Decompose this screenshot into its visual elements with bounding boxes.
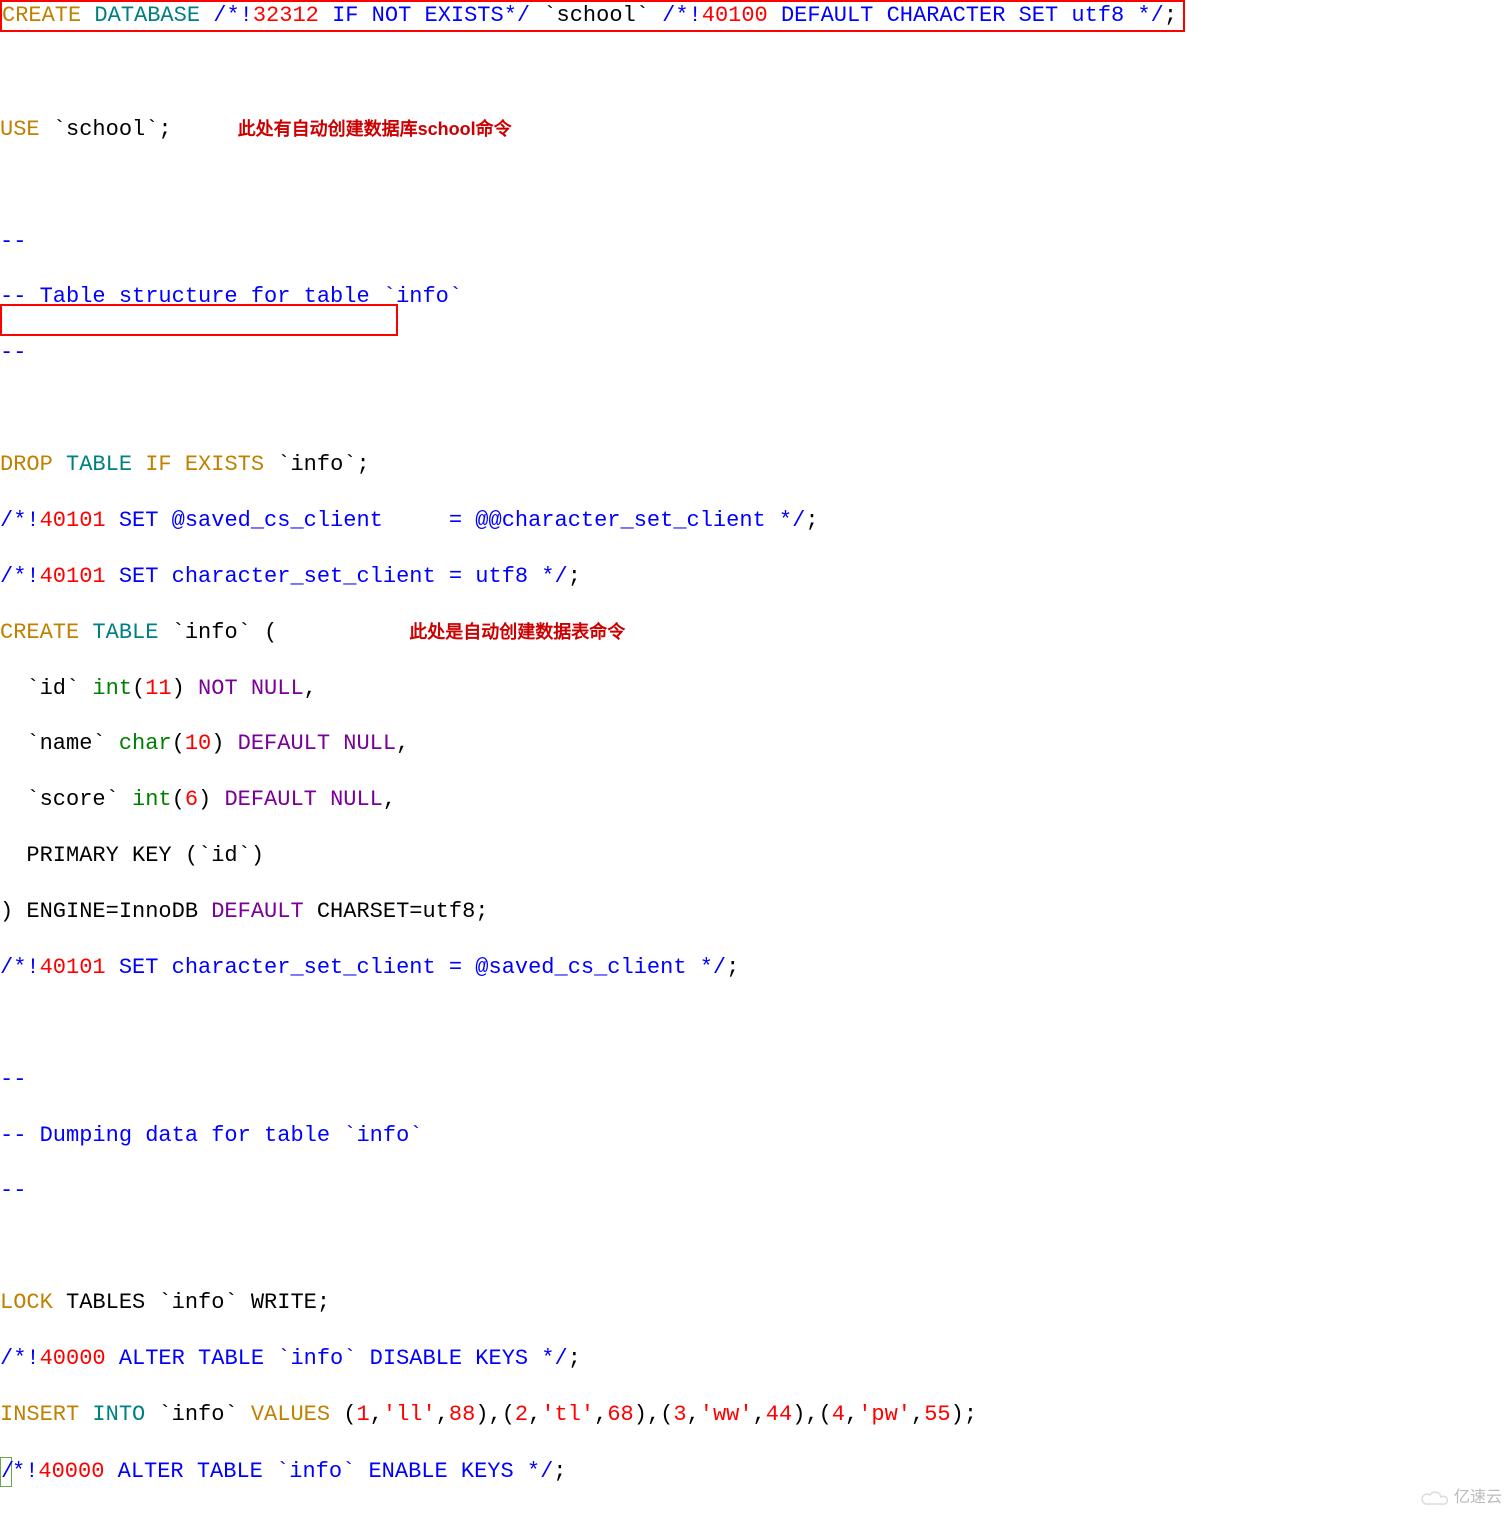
kw-insert: INSERT [0, 1402, 79, 1427]
type-char: char [119, 731, 172, 756]
comment-line: -- [0, 1177, 1512, 1205]
watermark-text: 亿速云 [1454, 1488, 1502, 1508]
kw-values: VALUES [251, 1402, 330, 1427]
create-database-highlight: CREATE DATABASE /*!32312 IF NOT EXISTS*/… [0, 0, 1185, 32]
comment-line: -- [0, 228, 1512, 256]
kw-into: INTO [92, 1402, 145, 1427]
kw-null: NULL [330, 787, 383, 812]
kw-create: CREATE [2, 3, 81, 28]
cursor-indicator: / [0, 1457, 12, 1487]
kw-table: TABLE [66, 452, 132, 477]
kw-null: NULL [343, 731, 396, 756]
kw-not: NOT [198, 676, 238, 701]
annotation-create-table: 此处是自动创建数据表命令 [409, 622, 625, 642]
cloud-icon [1420, 1488, 1450, 1508]
kw-use: USE [0, 117, 40, 142]
kw-default: DEFAULT [238, 731, 330, 756]
type-int: int [92, 676, 132, 701]
primary-key-line: PRIMARY KEY (`id`) [0, 842, 1512, 870]
comment-line: -- Table structure for table `info` [0, 283, 1512, 311]
kw-create: CREATE [0, 620, 79, 645]
kw-default: DEFAULT [224, 787, 316, 812]
kw-table: TABLE [92, 620, 158, 645]
comment-line: -- Dumping data for table `info` [0, 1122, 1512, 1150]
comment-line: -- [0, 1066, 1512, 1094]
annotation-create-database: 此处有自动创建数据库school命令 [238, 119, 512, 139]
watermark: 亿速云 [1420, 1488, 1502, 1508]
sql-code-block: CREATE DATABASE /*!32312 IF NOT EXISTS*/… [0, 0, 1512, 1515]
type-int: int [132, 787, 172, 812]
comment-line: -- [0, 339, 1512, 367]
kw-default: DEFAULT [211, 899, 303, 924]
kw-drop: DROP [0, 452, 53, 477]
kw-database: DATABASE [94, 3, 200, 28]
kw-null: NULL [251, 676, 304, 701]
kw-lock: LOCK [0, 1290, 53, 1315]
